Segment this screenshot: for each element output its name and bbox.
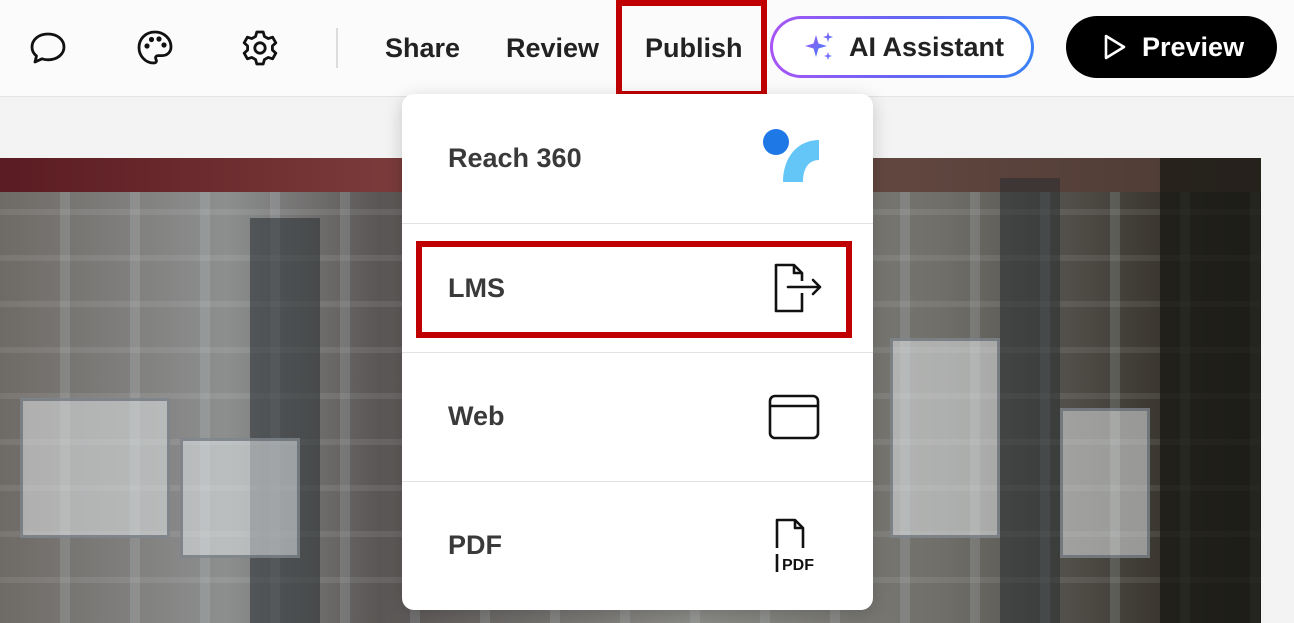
comment-icon xyxy=(30,32,66,64)
publish-highlight-box xyxy=(616,0,767,97)
palette-icon xyxy=(137,30,173,65)
ai-assistant-label: AI Assistant xyxy=(849,31,1005,62)
menu-item-label: PDF xyxy=(448,530,502,560)
share-button[interactable]: Share xyxy=(385,28,460,68)
browser-window-icon xyxy=(754,377,834,457)
theme-button[interactable] xyxy=(130,24,180,72)
menu-item-web[interactable]: Web xyxy=(402,352,873,481)
settings-button[interactable] xyxy=(235,24,285,72)
reach-360-logo-icon xyxy=(754,119,834,199)
menu-item-label: Web xyxy=(448,401,505,431)
photo-machine xyxy=(890,338,1000,538)
preview-button[interactable]: Preview xyxy=(1066,16,1277,78)
publish-dropdown-menu: Reach 360 LMS Web PDF PDF xyxy=(402,94,873,610)
toolbar-divider xyxy=(336,28,338,68)
play-icon xyxy=(1104,34,1126,60)
photo-machine xyxy=(1060,408,1150,558)
menu-item-reach-360[interactable]: Reach 360 xyxy=(402,94,873,223)
photo-pillar xyxy=(1160,158,1261,623)
photo-pillar xyxy=(250,218,320,623)
pdf-icon-text: PDF xyxy=(782,557,814,574)
gear-icon xyxy=(242,30,278,66)
photo-machine xyxy=(20,398,170,538)
photo-machine xyxy=(180,438,300,558)
menu-item-pdf[interactable]: PDF PDF xyxy=(402,481,873,610)
pdf-file-icon: PDF xyxy=(754,506,834,586)
comment-button[interactable] xyxy=(23,24,73,72)
photo-pillar xyxy=(1000,178,1060,623)
ai-assistant-button[interactable]: AI Assistant xyxy=(770,16,1034,78)
sparkle-icon xyxy=(805,32,833,60)
preview-label: Preview xyxy=(1142,31,1245,62)
menu-item-label: Reach 360 xyxy=(448,143,582,173)
review-button[interactable]: Review xyxy=(506,28,599,68)
lms-highlight-box xyxy=(416,241,852,338)
